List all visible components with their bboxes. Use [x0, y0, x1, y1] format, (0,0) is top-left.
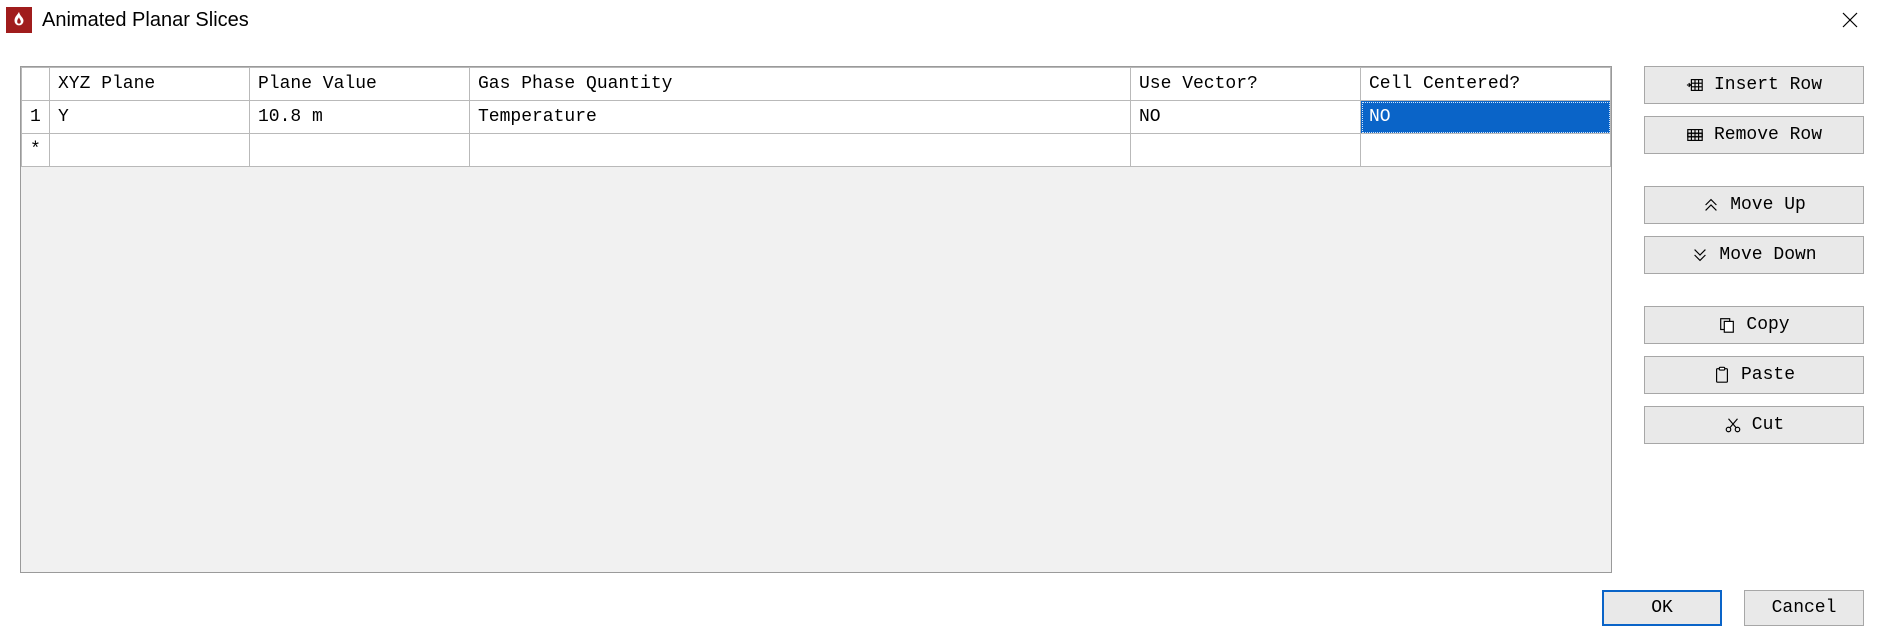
col-header-use-vector[interactable]: Use Vector?	[1131, 68, 1361, 101]
move-down-button[interactable]: Move Down	[1644, 236, 1864, 274]
paste-label: Paste	[1741, 365, 1795, 385]
insert-row-label: Insert Row	[1714, 75, 1822, 95]
row-header-blank	[22, 68, 50, 101]
copy-icon	[1718, 316, 1736, 334]
cell-empty[interactable]	[50, 134, 250, 167]
table-new-row[interactable]: *	[22, 134, 1611, 167]
cancel-label: Cancel	[1772, 598, 1837, 618]
insert-row-button[interactable]: Insert Row	[1644, 66, 1864, 104]
table-pane: XYZ Plane Plane Value Gas Phase Quantity…	[20, 66, 1612, 573]
col-header-gas-quantity[interactable]: Gas Phase Quantity	[470, 68, 1131, 101]
ok-button[interactable]: OK	[1602, 590, 1722, 626]
cell-empty[interactable]	[250, 134, 470, 167]
cell-empty[interactable]	[1131, 134, 1361, 167]
app-icon	[6, 7, 32, 33]
row-index[interactable]: 1	[22, 101, 50, 134]
col-header-plane-value[interactable]: Plane Value	[250, 68, 470, 101]
move-up-label: Move Up	[1730, 195, 1806, 215]
cell-xyz[interactable]: Y	[50, 101, 250, 134]
dialog-footer: OK Cancel	[0, 573, 1884, 643]
cut-icon	[1724, 416, 1742, 434]
cell-cell-centered[interactable]: NO	[1361, 101, 1611, 134]
table-header-row: XYZ Plane Plane Value Gas Phase Quantity…	[22, 68, 1611, 101]
table-empty-area	[21, 167, 1611, 572]
remove-row-icon	[1686, 126, 1704, 144]
fire-icon	[10, 11, 28, 29]
move-down-icon	[1691, 246, 1709, 264]
close-icon	[1842, 12, 1858, 28]
cancel-button[interactable]: Cancel	[1744, 590, 1864, 626]
insert-row-icon	[1686, 76, 1704, 94]
move-up-button[interactable]: Move Up	[1644, 186, 1864, 224]
button-pane: Insert Row Remove Row Move Up Move	[1644, 66, 1864, 573]
col-header-xyz[interactable]: XYZ Plane	[50, 68, 250, 101]
cell-gas-quantity[interactable]: Temperature	[470, 101, 1131, 134]
paste-button[interactable]: Paste	[1644, 356, 1864, 394]
copy-label: Copy	[1746, 315, 1789, 335]
cut-button[interactable]: Cut	[1644, 406, 1864, 444]
window-title: Animated Planar Slices	[42, 9, 249, 32]
cell-empty[interactable]	[470, 134, 1131, 167]
cell-use-vector[interactable]: NO	[1131, 101, 1361, 134]
move-up-icon	[1702, 196, 1720, 214]
table-row[interactable]: 1 Y 10.8 m Temperature NO NO	[22, 101, 1611, 134]
remove-row-button[interactable]: Remove Row	[1644, 116, 1864, 154]
cut-label: Cut	[1752, 415, 1784, 435]
window-close-button[interactable]	[1824, 4, 1876, 36]
copy-button[interactable]: Copy	[1644, 306, 1864, 344]
new-row-marker[interactable]: *	[22, 134, 50, 167]
planar-slices-table[interactable]: XYZ Plane Plane Value Gas Phase Quantity…	[21, 67, 1611, 167]
paste-icon	[1713, 366, 1731, 384]
cell-empty[interactable]	[1361, 134, 1611, 167]
move-down-label: Move Down	[1719, 245, 1816, 265]
cell-plane-value[interactable]: 10.8 m	[250, 101, 470, 134]
remove-row-label: Remove Row	[1714, 125, 1822, 145]
col-header-cell-centered[interactable]: Cell Centered?	[1361, 68, 1611, 101]
ok-label: OK	[1651, 598, 1673, 618]
titlebar: Animated Planar Slices	[0, 0, 1884, 40]
